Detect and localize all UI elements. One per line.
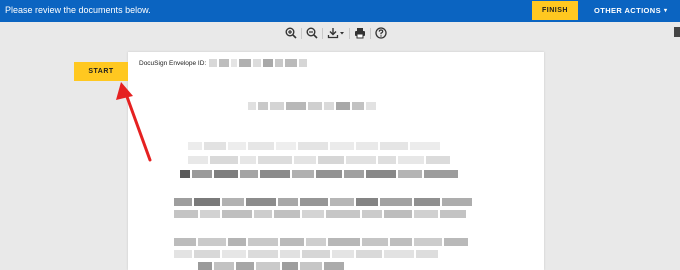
- finish-button[interactable]: FINISH: [532, 1, 578, 20]
- zoom-in-icon[interactable]: [282, 24, 300, 42]
- other-actions-menu[interactable]: OTHER ACTIONS ▾: [588, 1, 673, 20]
- envelope-id-label: DocuSign Envelope ID:: [139, 59, 207, 67]
- print-icon[interactable]: [351, 24, 369, 42]
- redacted-text-line: [188, 142, 440, 150]
- document-toolbar: [282, 24, 390, 42]
- start-button[interactable]: START: [74, 62, 128, 81]
- redacted-text-line: [174, 198, 472, 206]
- download-icon[interactable]: [324, 24, 348, 42]
- toolbar-divider: [322, 27, 323, 39]
- toolbar-divider: [349, 27, 350, 39]
- toolbar-divider: [370, 27, 371, 39]
- top-bar: Please review the documents below. FINIS…: [0, 0, 680, 22]
- redacted-text-line: [174, 250, 438, 258]
- toolbar-divider: [301, 27, 302, 39]
- envelope-id: DocuSign Envelope ID:: [139, 59, 308, 67]
- redacted-envelope-id: [209, 59, 308, 67]
- redacted-text-line: [188, 156, 450, 164]
- document-page: DocuSign Envelope ID:: [128, 52, 544, 270]
- redacted-text-line: [180, 170, 458, 178]
- help-icon[interactable]: [372, 24, 390, 42]
- review-message: Please review the documents below.: [5, 5, 151, 15]
- redacted-text-line: [174, 210, 466, 218]
- redacted-title: [248, 102, 376, 110]
- redacted-text-line: [198, 262, 344, 270]
- other-actions-label: OTHER ACTIONS: [594, 6, 662, 15]
- side-panel-icon[interactable]: [674, 27, 680, 37]
- caret-down-icon: ▾: [664, 8, 668, 14]
- redacted-text-line: [174, 238, 468, 246]
- zoom-out-icon[interactable]: [303, 24, 321, 42]
